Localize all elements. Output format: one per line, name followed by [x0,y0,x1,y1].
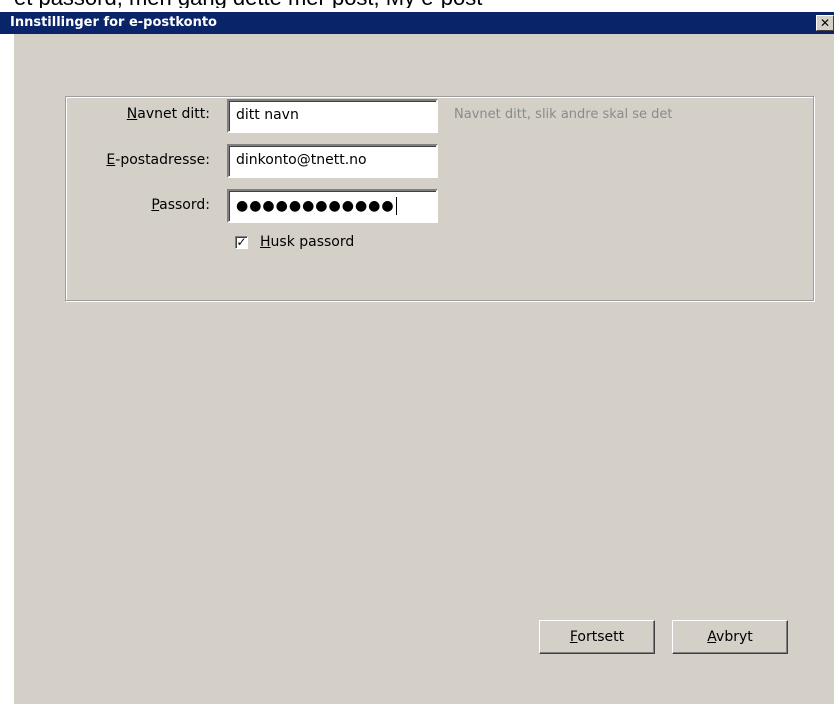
continue-button[interactable]: Fortsett [539,620,655,654]
dialog-titlebar[interactable]: Innstillinger for e-postkonto ✕ [0,12,834,34]
email-label: E-postadresse: [106,152,210,168]
name-label: Navnet ditt: [126,106,210,122]
email-field[interactable]: dinkonto@tnett.no [227,144,438,178]
background-document-text: et passord, men gang dette mer post, My … [14,0,834,8]
name-field[interactable]: ditt navn [227,99,438,133]
close-icon: ✕ [819,16,831,30]
dialog-title: Innstillinger for e-postkonto [10,15,217,30]
password-mask: ●●●●●●●●●●●● [236,198,395,214]
checkmark-icon: ✓ [236,235,247,249]
remember-password-checkbox[interactable]: ✓ [235,236,248,249]
email-field-value: dinkonto@tnett.no [236,152,367,168]
name-field-value: ditt navn [236,107,299,123]
name-hint: Navnet ditt, slik andre skal se det [454,107,673,122]
dialog-body: Navnet ditt: ditt navn Navnet ditt, slik… [14,34,834,704]
close-button[interactable]: ✕ [816,15,834,31]
password-label: Passord: [151,197,210,213]
remember-password-label[interactable]: Husk passord [260,234,354,250]
cancel-button[interactable]: Avbryt [672,620,788,654]
text-caret [395,197,397,215]
password-field[interactable]: ●●●●●●●●●●●● [227,189,438,223]
